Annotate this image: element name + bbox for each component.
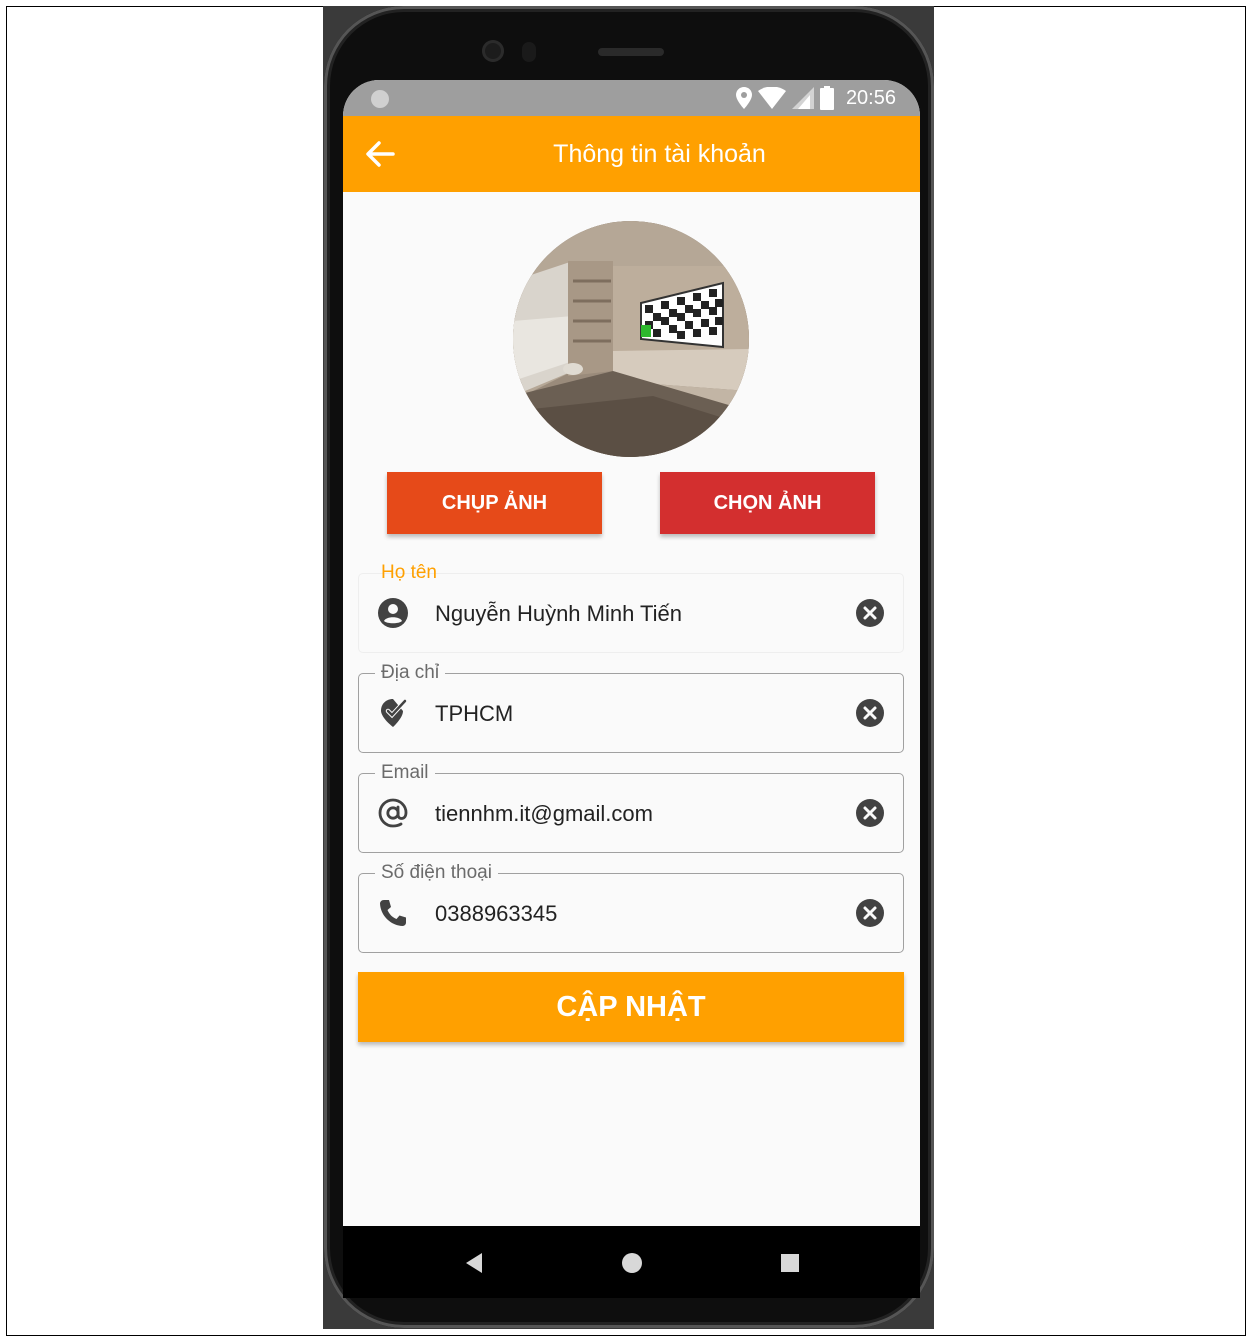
at-icon [378,798,408,828]
email-label: Email [375,762,435,784]
status-time: 20:56 [845,86,896,109]
clear-email-icon[interactable] [855,798,885,828]
account-circle-icon [378,598,408,628]
name-field[interactable]: Họ tên Nguyễn Huỳnh Minh Tiến [358,562,904,653]
address-value: TPHCM [435,701,514,726]
status-bar: 20:56 [343,80,920,116]
navigation-bar [343,1226,920,1298]
phone-field[interactable]: Số điện thoại 0388963345 [358,862,904,953]
signal-icon [791,87,814,109]
address-field[interactable]: Địa chỉ TPHCM [358,662,904,753]
update-button[interactable]: CẬP NHẬT [358,972,904,1042]
email-field[interactable]: Email tiennhm.it@gmail.com [358,762,904,853]
location-icon [735,87,752,109]
app-bar: Thông tin tài khoản [343,116,920,192]
avatar-image [513,221,749,457]
phone-label: Số điện thoại [375,862,498,884]
status-icons: 20:56 [735,85,896,111]
capture-photo-button[interactable]: CHỤP ẢNH [387,472,602,534]
notification-dot-icon [371,90,389,108]
phone-icon [380,900,406,926]
app-screen: 20:56 Thông tin tài khoản CHỤP ẢNH CHỌN … [343,80,920,1230]
choose-photo-button[interactable]: CHỌN ẢNH [660,472,875,534]
avatar[interactable] [513,221,749,457]
back-button[interactable] [363,136,403,172]
name-label: Họ tên [381,562,437,583]
clear-phone-icon[interactable] [855,898,885,928]
phone-value: 0388963345 [435,901,558,926]
clear-name-icon[interactable] [855,598,885,628]
proximity-sensor [522,42,536,62]
recents-square-icon[interactable] [775,1248,805,1278]
wifi-icon [757,87,786,109]
home-circle-icon[interactable] [617,1248,647,1278]
address-label: Địa chỉ [375,662,446,684]
email-value: tiennhm.it@gmail.com [435,801,653,826]
battery-icon [819,86,834,110]
back-triangle-icon[interactable] [460,1248,490,1278]
arrow-left-icon [366,141,395,167]
location-check-icon [381,698,408,727]
name-value: Nguyễn Huỳnh Minh Tiến [435,601,683,626]
earpiece-speaker [598,48,664,56]
front-camera [482,40,504,62]
page-title: Thông tin tài khoản [553,140,766,168]
clear-address-icon[interactable] [855,698,885,728]
